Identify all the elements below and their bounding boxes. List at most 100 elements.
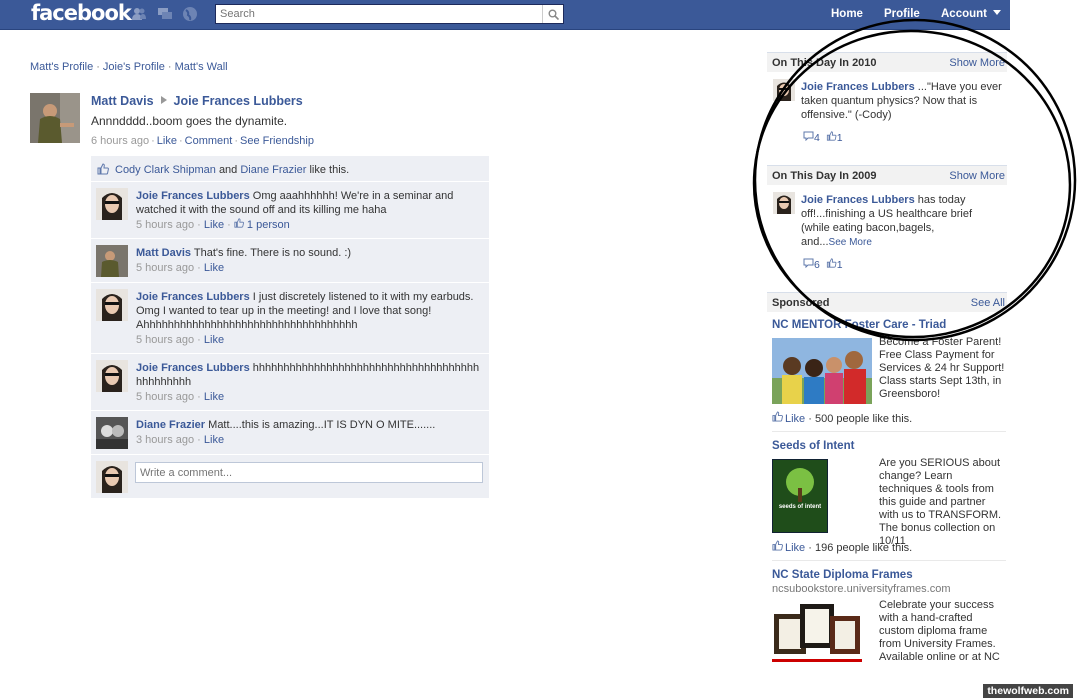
- ad-text: Celebrate your success with a hand-craft…: [879, 599, 1000, 663]
- nav-account-label: Account: [941, 8, 987, 20]
- avatar[interactable]: [96, 289, 128, 321]
- comment-item: Matt Davis That's fine. There is no soun…: [91, 239, 489, 283]
- comments-section: Cody Clark Shipman and Diane Frazier lik…: [91, 156, 489, 499]
- comment-text: Matt....this is amazing...IT IS DYN O MI…: [208, 419, 436, 431]
- nav-profile[interactable]: Profile: [884, 8, 920, 20]
- on-this-day-2009-header: On This Day In 2009 Show More: [767, 165, 1007, 185]
- comment-item: Joie Frances Lubbers hhhhhhhhhhhhhhhhhhh…: [91, 354, 489, 411]
- see-friendship-link[interactable]: See Friendship: [240, 135, 314, 147]
- section-title: Sponsored: [772, 297, 830, 309]
- write-comment-row: [91, 455, 489, 499]
- comment-body: Joie Frances Lubbers Omg aaahhhhhh! We'r…: [136, 190, 454, 231]
- ad-title-link[interactable]: NC State Diploma Frames: [772, 569, 913, 581]
- like-count[interactable]: 1: [837, 132, 843, 144]
- comment-count[interactable]: 6: [814, 259, 820, 271]
- section-title: On This Day In 2009: [772, 170, 877, 182]
- comment-text: That's fine. There is no sound. :): [193, 247, 352, 259]
- comment-time: 5 hours ago: [136, 391, 195, 403]
- story-comment-link[interactable]: Comment: [185, 135, 233, 147]
- search-input[interactable]: [220, 6, 540, 22]
- ad-like-count: 196 people like this.: [814, 542, 913, 554]
- breadcrumb-matts-profile[interactable]: Matt's Profile: [30, 61, 93, 73]
- comment-count[interactable]: 4: [814, 132, 820, 144]
- see-more-link[interactable]: See More: [829, 237, 872, 248]
- comment-like-link[interactable]: Like: [204, 219, 224, 231]
- sponsored-header: Sponsored See All: [767, 292, 1007, 312]
- comment-like-link[interactable]: Like: [204, 391, 224, 403]
- story-message: Annndddd..boom goes the dynamite.: [91, 114, 288, 128]
- nav-account[interactable]: Account: [941, 8, 1002, 20]
- ad-like-row: Like · 196 people like this.: [772, 540, 912, 554]
- avatar[interactable]: [96, 360, 128, 392]
- search-box[interactable]: [215, 4, 564, 24]
- search-button[interactable]: [542, 5, 563, 23]
- thumbs-up-icon: [97, 163, 109, 175]
- ad-like-link[interactable]: Like: [785, 413, 805, 425]
- ad-image[interactable]: [772, 338, 872, 404]
- avatar[interactable]: [96, 417, 128, 449]
- thumbs-up-icon: [826, 131, 837, 141]
- ad-image[interactable]: seeds of intent: [772, 459, 828, 533]
- breadcrumb: Matt's Profile · Joie's Profile · Matt's Wal…: [30, 61, 228, 73]
- comment-time: 5 hours ago: [136, 262, 195, 274]
- post-stats: 4 1: [803, 131, 846, 144]
- notifications-globe-icon[interactable]: [182, 6, 198, 22]
- avatar[interactable]: [773, 79, 795, 101]
- avatar[interactable]: [96, 245, 128, 277]
- top-bar: facebook Home Profile Account: [0, 0, 1010, 30]
- tree-image: [786, 468, 814, 502]
- facebook-logo[interactable]: facebook: [31, 1, 132, 25]
- breadcrumb-matts-wall[interactable]: Matt's Wall: [175, 61, 228, 73]
- avatar[interactable]: [96, 188, 128, 220]
- comment-author[interactable]: Diane Frazier: [136, 419, 205, 431]
- on-this-day-post: Joie Frances Lubbers ..."Have you ever t…: [801, 80, 1006, 122]
- comment-item: Diane Frazier Matt....this is amazing...…: [91, 411, 489, 455]
- story-actor-link[interactable]: Matt Davis: [91, 94, 154, 108]
- avatar[interactable]: [30, 93, 80, 143]
- post-stats: 6 1: [803, 258, 846, 271]
- comment-author[interactable]: Joie Frances Lubbers: [136, 291, 250, 303]
- ad-title-link[interactable]: NC MENTOR Foster Care - Triad: [772, 319, 946, 331]
- ad-image[interactable]: [772, 600, 862, 662]
- comment-author[interactable]: Joie Frances Lubbers: [136, 190, 250, 202]
- ad-like-count: 500 people like this.: [814, 413, 913, 425]
- story-like-link[interactable]: Like: [157, 135, 177, 147]
- comment-like-link[interactable]: Like: [204, 434, 224, 446]
- chevron-down-icon: [993, 10, 1002, 15]
- comment-item: Joie Frances Lubbers Omg aaahhhhhh! We'r…: [91, 182, 489, 239]
- messages-icon[interactable]: [157, 6, 173, 22]
- ad-title-link[interactable]: Seeds of Intent: [772, 440, 854, 452]
- comment-body: Joie Frances Lubbers I just discretely l…: [136, 291, 474, 346]
- friend-requests-icon[interactable]: [131, 6, 147, 22]
- story-meta: 6 hours ago · Like · Comment · See Friendship: [91, 135, 314, 147]
- ad-like-link[interactable]: Like: [785, 542, 805, 554]
- thumbs-up-icon: [772, 540, 783, 551]
- show-more-link[interactable]: Show More: [949, 170, 1005, 182]
- avatar[interactable]: [773, 192, 795, 214]
- like-count[interactable]: 1: [837, 259, 843, 271]
- section-title: On This Day In 2010: [772, 57, 877, 69]
- post-author[interactable]: Joie Frances Lubbers: [801, 81, 915, 93]
- post-author[interactable]: Joie Frances Lubbers: [801, 194, 915, 206]
- write-comment-input[interactable]: [135, 462, 483, 483]
- comment-author[interactable]: Joie Frances Lubbers: [136, 362, 250, 374]
- book-title: seeds of intent: [778, 504, 822, 510]
- ad-like-row: Like · 500 people like this.: [772, 411, 912, 425]
- comment-likes-count[interactable]: 1 person: [234, 218, 290, 231]
- arrow-right-icon: [160, 96, 167, 104]
- liker-link[interactable]: Diane Frazier: [240, 164, 306, 176]
- see-all-link[interactable]: See All: [971, 297, 1005, 309]
- show-more-link[interactable]: Show More: [949, 57, 1005, 69]
- thumbs-up-icon: [826, 258, 837, 268]
- comment-like-link[interactable]: Like: [204, 334, 224, 346]
- divider: [772, 431, 1006, 432]
- comment-time: 3 hours ago: [136, 434, 195, 446]
- comment-author[interactable]: Matt Davis: [136, 247, 191, 259]
- story-target-link[interactable]: Joie Frances Lubbers: [174, 94, 303, 108]
- watermark: thewolfweb.com: [983, 684, 1073, 698]
- liker-link[interactable]: Cody Clark Shipman: [115, 164, 216, 176]
- nav-home[interactable]: Home: [831, 8, 863, 20]
- comment-item: Joie Frances Lubbers I just discretely l…: [91, 283, 489, 354]
- comment-like-link[interactable]: Like: [204, 262, 224, 274]
- breadcrumb-joies-profile[interactable]: Joie's Profile: [103, 61, 165, 73]
